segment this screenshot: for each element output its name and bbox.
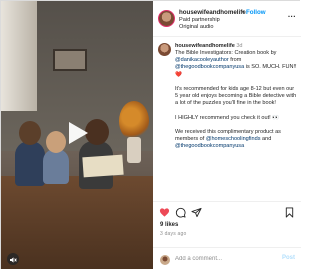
comment-icon[interactable] bbox=[175, 207, 186, 218]
play-icon[interactable] bbox=[61, 117, 93, 149]
caption-area: housewifeandhomelife 3d The Bible Invest… bbox=[153, 40, 301, 190]
post-details-panel: housewifeandhomelife • Follow Paid partn… bbox=[153, 1, 301, 269]
speaker-muted-icon bbox=[10, 257, 17, 263]
comment-input[interactable] bbox=[175, 253, 275, 265]
caption-text: housewifeandhomelife 3d The Bible Invest… bbox=[175, 43, 297, 150]
like-count[interactable]: 9 likes bbox=[160, 222, 178, 228]
video-book bbox=[82, 154, 124, 178]
heart-icon[interactable] bbox=[159, 207, 170, 218]
follow-button[interactable]: Follow bbox=[246, 9, 266, 16]
mention-homeschoolingfinds[interactable]: @homeschoolingfinds bbox=[206, 136, 261, 142]
caption-para4-mid: and bbox=[260, 135, 272, 142]
video-flowers bbox=[119, 101, 149, 141]
paid-partnership-label[interactable]: Paid partnership bbox=[179, 17, 220, 23]
bookmark-icon[interactable] bbox=[284, 207, 295, 218]
caption-username[interactable]: housewifeandhomelife bbox=[175, 43, 235, 49]
caption-author-avatar[interactable] bbox=[158, 43, 171, 56]
original-audio-link[interactable]: Original audio bbox=[179, 24, 214, 30]
video-child-2 bbox=[43, 149, 69, 184]
video-child-1 bbox=[15, 141, 45, 186]
mention-thegoodbookcompanyusa-2[interactable]: @thegoodbookcompanyusa bbox=[175, 143, 244, 149]
smiley-icon bbox=[160, 255, 170, 265]
post-comment-button[interactable]: Post bbox=[282, 255, 295, 261]
mention-thegoodbookcompanyusa[interactable]: @thegoodbookcompanyusa bbox=[175, 64, 244, 70]
mention-danikacooleyauthor[interactable]: @danikacooleyauthor bbox=[175, 57, 229, 63]
caption-line1-mid: from bbox=[228, 57, 242, 64]
comment-bar: Post bbox=[153, 247, 301, 269]
video-wall-picture bbox=[53, 49, 87, 71]
caption-line1-pre: The Bible Investigators: Creation book b… bbox=[175, 50, 277, 57]
caption-time: 3d bbox=[236, 43, 243, 49]
video-window bbox=[1, 1, 37, 111]
caption-paragraph-3: I HIGHLY recommend you check it out! 👀 bbox=[175, 114, 280, 121]
audio-toggle-button[interactable] bbox=[7, 253, 19, 265]
author-username[interactable]: housewifeandhomelife bbox=[179, 9, 246, 16]
more-options-button[interactable]: ... bbox=[288, 10, 296, 19]
post-timestamp[interactable]: 3 days ago bbox=[160, 231, 186, 237]
share-icon[interactable] bbox=[191, 207, 202, 218]
author-avatar[interactable] bbox=[158, 10, 175, 27]
caption-paragraph-2: It's recommended for kids age 8-12 but e… bbox=[175, 85, 297, 107]
emoji-button[interactable] bbox=[159, 253, 171, 265]
post-frame: housewifeandhomelife • Follow Paid partn… bbox=[0, 0, 301, 269]
post-actions: 9 likes 3 days ago bbox=[153, 201, 301, 247]
post-header: housewifeandhomelife • Follow Paid partn… bbox=[153, 1, 301, 37]
video-vase bbox=[127, 137, 141, 163]
reel-video[interactable] bbox=[1, 1, 153, 269]
header-separator: • bbox=[242, 9, 245, 16]
video-child-1-head bbox=[19, 121, 41, 145]
video-table bbox=[1, 176, 153, 269]
